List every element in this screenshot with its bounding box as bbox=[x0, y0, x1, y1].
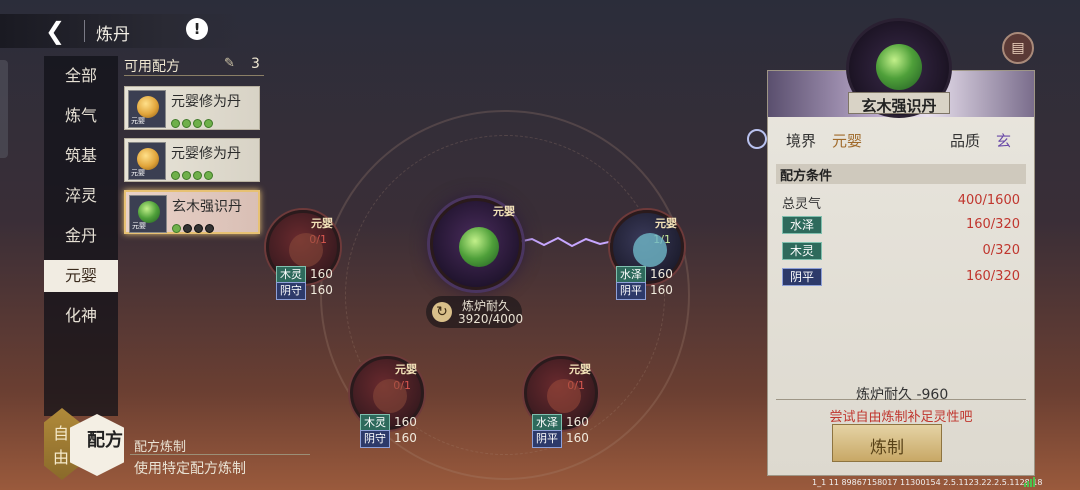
mode-title: 配方炼制 bbox=[134, 440, 187, 455]
pill-icon: 元婴 bbox=[128, 142, 166, 180]
condition-value: 160/320 bbox=[965, 269, 1020, 284]
recipe-mode-label: 配方 bbox=[87, 430, 123, 451]
recipe-list-header: 可用配方 ✎ 3 bbox=[124, 56, 264, 76]
realm-label: 境界 bbox=[786, 132, 817, 150]
recipe-card-selected[interactable]: 元婴 玄木强识丹 bbox=[124, 190, 260, 234]
pill-name: 玄木强识丹 bbox=[861, 97, 937, 115]
realm-tag: 元婴 bbox=[493, 205, 515, 218]
signal-icon bbox=[1024, 477, 1035, 487]
antler-icon bbox=[633, 233, 667, 267]
condition-tag: 水泽 bbox=[782, 216, 822, 234]
close-button[interactable]: ▤ bbox=[1002, 32, 1034, 64]
help-button[interactable]: ! bbox=[186, 18, 208, 40]
recipe-name: 元婴修为丹 bbox=[171, 94, 241, 110]
conditions-header: 配方条件 bbox=[776, 164, 1026, 184]
craft-button-label: 炼制 bbox=[870, 438, 904, 458]
category-tab-jindan[interactable]: 金丹 bbox=[44, 220, 118, 252]
scroll-icon: ✎ bbox=[224, 56, 235, 71]
recipe-count: 3 bbox=[251, 56, 260, 72]
condition-row: 水泽 160/320 bbox=[782, 216, 1022, 236]
condition-row: 阴平 160/320 bbox=[782, 268, 1022, 288]
slot-stats: 木灵 160 阴守 160 bbox=[360, 414, 417, 448]
slot-stats: 水泽 160 阴平 160 bbox=[532, 414, 589, 448]
condition-label: 总灵气 bbox=[782, 197, 822, 212]
pill-icon bbox=[876, 44, 922, 90]
herb-icon bbox=[289, 233, 323, 267]
condition-value: 400/1600 bbox=[957, 193, 1020, 208]
realm-tag: 元婴 bbox=[395, 363, 417, 376]
herb-icon bbox=[373, 379, 407, 413]
indicator-ring bbox=[747, 129, 767, 149]
back-arrow-icon[interactable]: ❮ bbox=[42, 18, 68, 44]
condition-value: 0/320 bbox=[982, 243, 1020, 258]
furnace-cost: 炼炉耐久 -960 bbox=[856, 387, 949, 403]
category-tab-lianqi[interactable]: 炼气 bbox=[44, 100, 118, 132]
recipe-quality-dots bbox=[171, 113, 215, 128]
recipe-quality-dots bbox=[171, 165, 215, 180]
category-tab-all[interactable]: 全部 bbox=[44, 60, 118, 92]
hint-text: 尝试自由炼制补足灵性吧 bbox=[829, 410, 973, 425]
antler-icon bbox=[547, 379, 581, 413]
pill-icon: 元婴 bbox=[129, 195, 167, 233]
realm-tag: 元婴 bbox=[569, 363, 591, 376]
condition-tag: 木灵 bbox=[782, 242, 822, 260]
pill-icon: 元婴 bbox=[128, 90, 166, 128]
realm-tag: 元婴 bbox=[655, 217, 677, 230]
mode-description: 使用特定配方炼制 bbox=[134, 461, 246, 477]
category-tab-zhuji[interactable]: 筑基 bbox=[44, 140, 118, 172]
recipe-name: 元婴修为丹 bbox=[171, 146, 241, 162]
recipe-name: 玄木强识丹 bbox=[172, 199, 242, 215]
divider bbox=[130, 454, 310, 455]
category-panel: 全部 炼气 筑基 淬灵 金丹 元婴 化神 bbox=[44, 56, 118, 416]
condition-row: 总灵气 400/1600 bbox=[782, 192, 1022, 212]
pill-name-box: 玄木强识丹 bbox=[848, 92, 950, 115]
version-text: 1_1 11 89867158017 11300154 2.5.1123.22.… bbox=[812, 478, 1043, 487]
page-title: 炼丹 bbox=[96, 25, 130, 45]
quality-label: 品质 bbox=[950, 132, 981, 150]
quality-value: 玄 bbox=[996, 132, 1012, 150]
category-tab-cuiling[interactable]: 淬灵 bbox=[44, 180, 118, 212]
slot-stats: 水泽 160 阴平 160 bbox=[616, 266, 673, 300]
recipe-card[interactable]: 元婴 元婴修为丹 bbox=[124, 86, 260, 130]
craft-button[interactable]: 炼制 bbox=[832, 424, 942, 462]
conditions-title: 配方条件 bbox=[780, 169, 833, 184]
furnace-durability: ↻ 炼炉耐久 3920/4000 bbox=[426, 296, 524, 328]
energy-beam bbox=[518, 236, 618, 248]
recipe-list-title: 可用配方 bbox=[124, 59, 180, 75]
recipe-quality-dots bbox=[172, 218, 216, 233]
pill-icon bbox=[459, 227, 499, 267]
slot-stats: 木灵 160 阴守 160 bbox=[276, 266, 333, 300]
top-bar: ❮ 炼丹 ! bbox=[0, 14, 240, 48]
category-tab-yuanying[interactable]: 元婴 bbox=[44, 260, 118, 292]
header-divider bbox=[84, 20, 85, 42]
realm-tag: 元婴 bbox=[311, 217, 333, 230]
refresh-icon[interactable]: ↻ bbox=[432, 302, 452, 322]
recipe-card[interactable]: 元婴 元婴修为丹 bbox=[124, 138, 260, 182]
category-tab-huashen[interactable]: 化神 bbox=[44, 300, 118, 332]
condition-tag: 阴平 bbox=[782, 268, 822, 286]
realm-value: 元婴 bbox=[832, 132, 863, 150]
condition-value: 160/320 bbox=[965, 217, 1020, 232]
durability-value: 3920/4000 bbox=[458, 312, 524, 326]
edge-handle[interactable] bbox=[0, 60, 8, 158]
furnace-center-slot[interactable]: 元婴 bbox=[430, 198, 522, 290]
condition-row: 木灵 0/320 bbox=[782, 242, 1022, 262]
